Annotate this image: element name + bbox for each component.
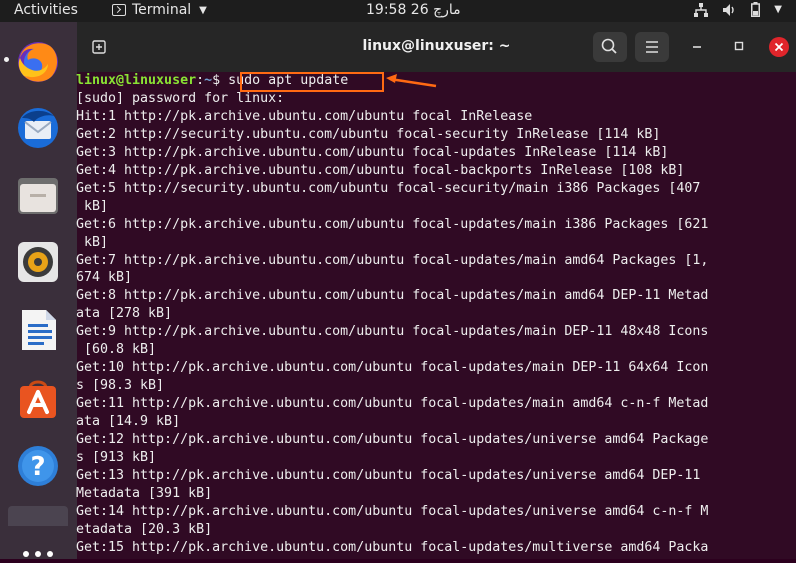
network-icon[interactable] xyxy=(694,2,709,17)
ubuntu-software-icon[interactable] xyxy=(14,374,62,422)
dock: ? xyxy=(0,22,77,559)
scrollbar[interactable] xyxy=(788,76,794,556)
window-titlebar[interactable]: linux@linuxuser: ~ xyxy=(77,22,796,72)
terminal-line: [60.8 kB] xyxy=(76,342,157,358)
terminal-line: etadata [20.3 kB] xyxy=(76,521,213,537)
terminal-line: Metadata [391 kB] xyxy=(76,485,213,501)
terminal-window: linux@linuxuser: ~ linux@linuxuser:~$ su… xyxy=(76,22,796,559)
top-bar: Activities Terminal ▼ 19:58 26 مارچ ▼ xyxy=(0,0,796,22)
firefox-icon[interactable] xyxy=(14,38,62,86)
prompt-path: ~ xyxy=(204,73,213,88)
terminal-line: s [913 kB] xyxy=(76,449,157,465)
terminal-line: ata [14.9 kB] xyxy=(76,414,181,430)
svg-text:?: ? xyxy=(30,452,45,482)
activities-button[interactable]: Activities xyxy=(14,2,78,18)
terminal-line: Get:15 http://pk.archive.ubuntu.com/ubun… xyxy=(76,539,709,555)
chevron-down-icon: ▼ xyxy=(199,4,207,16)
terminal-line: [sudo] password for linux: xyxy=(76,90,285,106)
active-indicator xyxy=(4,57,9,62)
terminal-line: Get:12 http://pk.archive.ubuntu.com/ubun… xyxy=(76,432,709,447)
command-highlight-box xyxy=(240,72,384,92)
volume-icon[interactable] xyxy=(722,3,737,17)
terminal-line: ata [278 kB] xyxy=(76,306,173,322)
hamburger-menu-button[interactable] xyxy=(635,32,669,62)
terminal-line: Get:5 http://security.ubuntu.com/ubuntu … xyxy=(76,180,701,196)
terminal-line: Get:10 http://pk.archive.ubuntu.com/ubun… xyxy=(76,360,709,376)
close-icon[interactable] xyxy=(769,37,789,57)
terminal-dock-icon[interactable] xyxy=(8,506,68,526)
terminal-line: Get:4 http://pk.archive.ubuntu.com/ubunt… xyxy=(76,162,685,178)
terminal-line: Get:3 http://pk.archive.ubuntu.com/ubunt… xyxy=(76,144,669,160)
terminal-line: Get:11 http://pk.archive.ubuntu.com/ubun… xyxy=(76,396,709,412)
terminal-line: Get:14 http://pk.archive.ubuntu.com/ubun… xyxy=(76,503,709,519)
terminal-line: Get:13 http://pk.archive.ubuntu.com/ubun… xyxy=(76,467,701,483)
terminal-line: Get:9 http://pk.archive.ubuntu.com/ubunt… xyxy=(76,324,709,340)
prompt-symbol: $ xyxy=(212,73,221,88)
battery-icon[interactable] xyxy=(751,2,761,17)
rhythmbox-icon[interactable] xyxy=(14,238,62,286)
system-tray[interactable]: ▼ xyxy=(694,2,782,17)
terminal-line: Get:7 http://pk.archive.ubuntu.com/ubunt… xyxy=(76,252,709,268)
terminal-line: 674 kB] xyxy=(76,270,133,286)
thunderbird-icon[interactable] xyxy=(14,104,62,152)
terminal-line: Get:2 http://security.ubuntu.com/ubuntu … xyxy=(76,126,661,142)
clock[interactable]: 19:58 26 مارچ xyxy=(366,2,461,18)
terminal-output[interactable]: linux@linuxuser:~$ sudo apt update [sudo… xyxy=(76,72,796,559)
terminal-line: Get:6 http://pk.archive.ubuntu.com/ubunt… xyxy=(76,216,709,232)
terminal-line: Get:8 http://pk.archive.ubuntu.com/ubunt… xyxy=(76,288,709,304)
libreoffice-writer-icon[interactable] xyxy=(14,306,62,354)
app-menu[interactable]: Terminal ▼ xyxy=(112,2,207,18)
arrow-annotation xyxy=(386,74,437,88)
minimize-icon[interactable] xyxy=(689,38,705,54)
search-button[interactable] xyxy=(593,32,627,62)
terminal-line: kB] xyxy=(76,198,109,214)
terminal-icon xyxy=(112,4,126,16)
terminal-line: s [98.3 kB] xyxy=(76,378,165,394)
show-applications-icon[interactable] xyxy=(20,544,60,557)
terminal-line: kB] xyxy=(76,234,109,250)
system-menu-chevron-icon[interactable]: ▼ xyxy=(774,4,782,15)
maximize-icon[interactable] xyxy=(731,38,747,54)
help-icon[interactable]: ? xyxy=(14,442,62,490)
prompt-user: linux@linuxuser xyxy=(76,73,197,88)
files-icon[interactable] xyxy=(14,172,62,220)
terminal-line: Hit:1 http://pk.archive.ubuntu.com/ubunt… xyxy=(76,108,533,124)
app-menu-label: Terminal xyxy=(132,2,192,18)
